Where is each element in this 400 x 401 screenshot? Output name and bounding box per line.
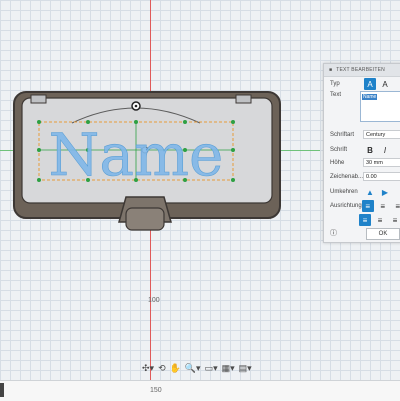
type-row: Typ A A — [330, 78, 400, 90]
fit-icon[interactable]: ▭▾ — [205, 363, 218, 374]
spacing-row: Zeichenab... 0.00 — [330, 172, 400, 181]
tab-left — [30, 94, 47, 104]
rotate-handle-dot — [134, 104, 138, 108]
text-type-icon[interactable]: A — [364, 78, 376, 90]
footer-axis-label: 150 — [150, 387, 162, 394]
grid-icon[interactable]: ▤▾ — [239, 363, 252, 374]
axis-distance-label: 100 — [148, 297, 160, 304]
handle-mid-right[interactable] — [231, 148, 235, 152]
handle-mid-left[interactable] — [37, 148, 41, 152]
flip-horizontal-icon[interactable]: ▲ — [364, 186, 376, 198]
model-text[interactable]: Name — [48, 121, 224, 190]
font-row: Schriftart Century — [330, 130, 400, 139]
flip-buttons: ▲ ▶ — [364, 186, 391, 198]
italic-icon[interactable]: I — [379, 144, 391, 156]
handle-bottom-right[interactable] — [231, 178, 235, 182]
align-row: Ausrichtung ≡ ≡ ≡ — [330, 200, 400, 212]
navigation-toolbar: ✣▾ ⟲ ✋ 🔍▾ ▭▾ ▦▾ ▤▾ — [142, 360, 262, 376]
text-edit-dialog: ■ TEXT BEARBEITEN Typ A A Text Name Schr… — [323, 63, 400, 243]
bold-icon[interactable]: B — [364, 144, 376, 156]
style-label: Schrift — [330, 147, 348, 153]
align-vertical-row: ≡ ≡ ≡ — [330, 214, 400, 226]
info-icon[interactable]: ⓘ — [330, 228, 337, 238]
height-label: Höhe — [330, 159, 345, 166]
text-selection: Name — [362, 94, 378, 100]
align-bottom-icon[interactable]: ≡ — [389, 214, 400, 226]
text-label: Text — [330, 92, 342, 98]
style-row: Schrift B I — [330, 144, 400, 156]
align-top-icon[interactable]: ≡ — [359, 214, 371, 226]
font-select[interactable]: Century — [362, 130, 400, 139]
timeline-marker[interactable] — [0, 383, 4, 397]
align-label: Ausrichtung — [330, 203, 362, 209]
type-label: Typ — [330, 81, 340, 87]
handle-bottom-left[interactable] — [37, 178, 41, 182]
latch-tab — [125, 207, 165, 231]
zoom-icon[interactable]: 🔍▾ — [185, 363, 201, 374]
spacing-label: Zeichenab... — [330, 173, 364, 180]
text-input[interactable]: Name — [360, 91, 400, 122]
align-left-icon[interactable]: ≡ — [361, 200, 374, 212]
orbit-icon[interactable]: ⟲ — [158, 363, 166, 374]
align-right-icon[interactable]: ≡ — [392, 200, 400, 212]
align-center-icon[interactable]: ≡ — [377, 200, 389, 212]
dialog-title: TEXT BEARBEITEN — [336, 67, 385, 73]
pan-icon[interactable]: ✋ — [170, 363, 181, 374]
flip-row: Umkehren ▲ ▶ — [330, 186, 400, 198]
font-label: Schriftart — [330, 131, 355, 138]
collapse-icon[interactable]: ■ — [329, 67, 332, 73]
spacing-input[interactable]: 0.00 — [363, 172, 400, 181]
flip-vertical-icon[interactable]: ▶ — [379, 186, 391, 198]
display-mode-icon[interactable]: ▦▾ — [222, 363, 235, 374]
tab-right — [235, 94, 252, 104]
type-buttons: A A — [364, 78, 391, 90]
align-buttons: ≡ ≡ ≡ — [361, 200, 400, 212]
move-icon[interactable]: ✣▾ — [142, 363, 154, 374]
height-row: Höhe 30 mm — [330, 158, 400, 167]
style-buttons: B I — [364, 144, 391, 156]
handle-top-left[interactable] — [37, 120, 41, 124]
handle-top-right[interactable] — [231, 120, 235, 124]
height-input[interactable]: 30 mm — [362, 158, 400, 167]
flip-label: Umkehren — [330, 189, 358, 195]
dialog-header[interactable]: ■ TEXT BEARBEITEN — [324, 64, 400, 77]
timeline-bar — [0, 380, 400, 401]
text-on-path-icon[interactable]: A — [379, 78, 391, 90]
align-middle-icon[interactable]: ≡ — [374, 214, 386, 226]
vertical-align-buttons: ≡ ≡ ≡ — [359, 214, 400, 226]
ok-button[interactable]: OK — [366, 228, 400, 240]
